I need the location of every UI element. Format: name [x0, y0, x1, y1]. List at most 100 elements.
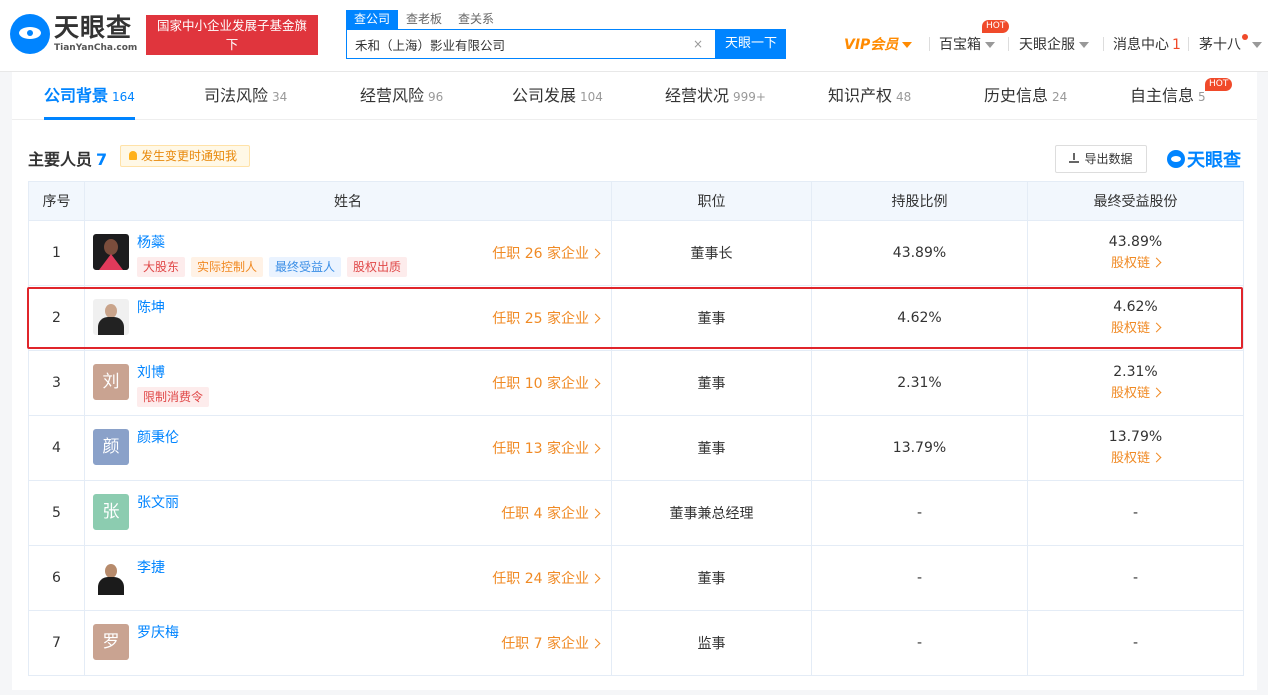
tab-development[interactable]: 公司发展 104	[512, 72, 603, 120]
nav-divider	[1103, 37, 1104, 51]
benefit-value: 13.79%	[1108, 429, 1163, 445]
tab-ip[interactable]: 知识产权 48	[828, 72, 911, 120]
benefit-cell: 2.31% 股权链	[1027, 350, 1244, 416]
row-no: 3	[28, 350, 85, 416]
position-cell: 董事	[611, 545, 812, 611]
avatar[interactable]: 颜	[93, 429, 129, 465]
table-row: 6 李捷 任职 24 家企业 董事 - -	[28, 545, 1244, 611]
tab-judicial-risk[interactable]: 司法风险 34	[204, 72, 287, 120]
logo[interactable]: 天眼查 TianYanCha.com	[10, 14, 138, 54]
row-no: 2	[28, 285, 85, 351]
positions-link[interactable]: 任职 24 家企业	[492, 568, 601, 588]
search-tab-company[interactable]: 查公司	[346, 10, 399, 29]
chevron-down-icon	[985, 42, 995, 48]
search-input[interactable]	[347, 30, 677, 58]
export-button[interactable]: 导出数据	[1055, 145, 1147, 173]
message-center[interactable]: 消息中心 1	[1113, 34, 1181, 54]
avatar[interactable]	[93, 234, 129, 270]
positions-text: 任职 24 家企业	[492, 571, 589, 587]
equity-chain-link[interactable]: 股权链	[1028, 318, 1243, 340]
positions-link[interactable]: 任职 10 家企业	[492, 373, 601, 393]
name-cell: 罗 罗庆梅 任职 7 家企业	[84, 610, 612, 676]
qifu-menu[interactable]: 天眼企服	[1019, 34, 1089, 54]
share-cell: -	[811, 610, 1028, 676]
user-menu[interactable]: 茅十八	[1199, 34, 1262, 54]
equity-chain-link[interactable]: 股权链	[1028, 253, 1243, 275]
avatar-body	[99, 254, 123, 270]
clear-icon[interactable]: ×	[693, 37, 707, 51]
tab-company-background[interactable]: 公司背景 164	[44, 72, 135, 120]
chain-label: 股权链	[1110, 321, 1150, 336]
avatar[interactable]	[93, 299, 129, 335]
header-benefit: 最终受益股份	[1027, 181, 1244, 221]
position-cell: 董事长	[611, 220, 812, 286]
person-name-link[interactable]: 罗庆梅	[137, 622, 179, 642]
chevron-right-icon	[590, 638, 601, 648]
nav-divider	[1188, 37, 1189, 51]
tab-business-status[interactable]: 经营状况 999+	[665, 72, 766, 120]
download-icon	[1069, 152, 1080, 163]
share-cell: 2.31%	[811, 350, 1028, 416]
logo-domain: TianYanCha.com	[54, 43, 138, 53]
tag-beneficiary: 最终受益人	[269, 257, 342, 277]
positions-link[interactable]: 任职 7 家企业	[501, 633, 601, 653]
tab-history[interactable]: 历史信息 24	[984, 72, 1067, 120]
vip-menu[interactable]: VIP会员	[844, 34, 913, 54]
badge-line2: 官方备案企业征信机构	[159, 56, 305, 71]
tab-count: 24	[1052, 90, 1068, 104]
baibao-menu[interactable]: 百宝箱	[939, 34, 995, 54]
tab-label: 司法风险	[204, 86, 269, 105]
equity-chain-link[interactable]: 股权链	[1028, 448, 1243, 470]
avatar-face	[104, 239, 118, 255]
chain-label: 股权链	[1110, 386, 1150, 401]
export-label: 导出数据	[1084, 152, 1133, 166]
search-box: ×	[346, 29, 716, 59]
search-button[interactable]: 天眼一下	[716, 29, 786, 59]
hot-badge: HOT	[982, 20, 1010, 33]
person-name-link[interactable]: 颜秉伦	[137, 427, 179, 447]
row-no: 4	[28, 415, 85, 481]
hot-badge: HOT	[1205, 78, 1233, 91]
person-name-link[interactable]: 刘博	[137, 362, 165, 382]
share-cell: 13.79%	[811, 415, 1028, 481]
name-cell: 颜 颜秉伦 任职 13 家企业	[84, 415, 612, 481]
equity-chain-link[interactable]: 股权链	[1028, 383, 1243, 405]
person-name-link[interactable]: 杨蘂	[137, 232, 165, 252]
badge-line1: 国家中小企业发展子基金旗下	[156, 18, 307, 52]
positions-link[interactable]: 任职 25 家企业	[492, 308, 601, 328]
tab-self-info[interactable]: 自主信息 5	[1130, 72, 1206, 120]
search-area: 查公司 查老板 查关系 × 天眼一下	[346, 10, 786, 60]
positions-link[interactable]: 任职 4 家企业	[501, 503, 601, 523]
notify-button[interactable]: 发生变更时通知我	[120, 145, 250, 167]
tab-label: 公司发展	[512, 86, 577, 105]
personnel-table: 序号 姓名 职位 持股比例 最终受益股份 1 杨蘂 大股东 实际控制人 最终受益…	[28, 181, 1244, 676]
search-tab-relation[interactable]: 查关系	[450, 10, 502, 29]
name-cell: 张 张文丽 任职 4 家企业	[84, 480, 612, 546]
person-name-link[interactable]: 陈坤	[137, 297, 165, 317]
person-name-link[interactable]: 张文丽	[137, 492, 179, 512]
search-tabs: 查公司 查老板 查关系	[346, 10, 786, 29]
search-tab-boss[interactable]: 查老板	[398, 10, 450, 29]
header-no: 序号	[28, 181, 85, 221]
table-row: 3 刘 刘博 限制消费令 任职 10 家企业 董事 2.31% 2.31% 股权链	[28, 350, 1244, 416]
chain-label: 股权链	[1110, 451, 1150, 466]
eye-logo-icon	[1167, 150, 1185, 168]
chevron-down-icon	[1252, 42, 1262, 48]
tab-operational-risk[interactable]: 经营风险 96	[360, 72, 443, 120]
positions-link[interactable]: 任职 26 家企业	[492, 243, 601, 263]
row-no: 5	[28, 480, 85, 546]
avatar-body	[98, 317, 124, 335]
positions-link[interactable]: 任职 13 家企业	[492, 438, 601, 458]
person-name-link[interactable]: 李捷	[137, 557, 165, 577]
avatar[interactable]: 张	[93, 494, 129, 530]
positions-text: 任职 25 家企业	[492, 311, 589, 327]
position-cell: 监事	[611, 610, 812, 676]
avatar[interactable]	[93, 559, 129, 595]
chevron-right-icon	[1151, 257, 1162, 268]
header-name: 姓名	[84, 181, 612, 221]
positions-text: 任职 10 家企业	[492, 376, 589, 392]
avatar[interactable]: 刘	[93, 364, 129, 400]
avatar[interactable]: 罗	[93, 624, 129, 660]
chevron-down-icon	[902, 42, 913, 48]
name-cell: 李捷 任职 24 家企业	[84, 545, 612, 611]
